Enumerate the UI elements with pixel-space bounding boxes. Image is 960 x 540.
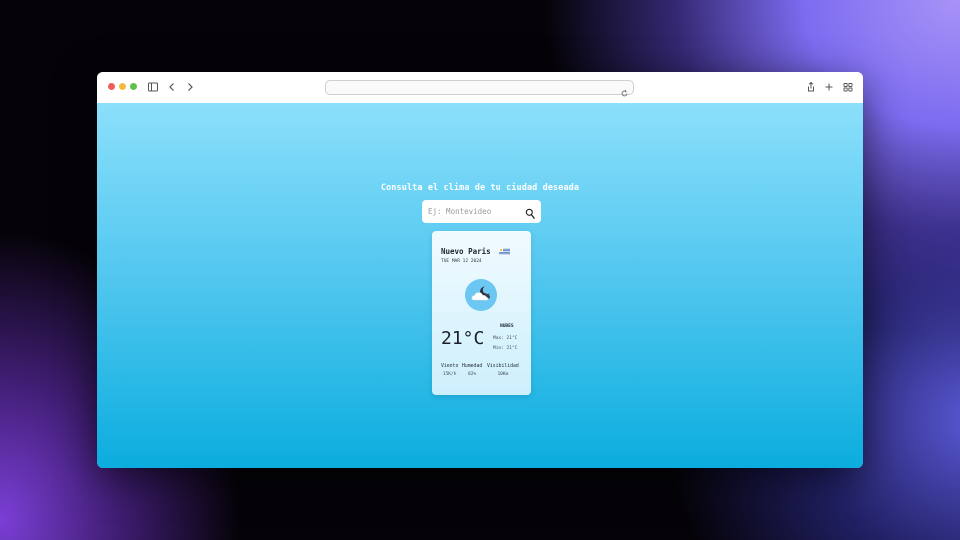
browser-toolbar	[97, 72, 863, 104]
search-input[interactable]	[422, 200, 520, 223]
weather-card: Nuevo Paris TUE MAR 12 2024 21°C NUBES M…	[432, 231, 531, 395]
search-box	[422, 200, 541, 223]
tab-overview-icon[interactable]	[841, 80, 855, 94]
search-icon[interactable]	[525, 205, 536, 219]
zoom-window-button[interactable]	[130, 83, 137, 90]
page-content: Consulta el clima de tu ciudad deseada N…	[97, 103, 863, 468]
minimize-window-button[interactable]	[119, 83, 126, 90]
weather-date: TUE MAR 12 2024	[441, 259, 482, 264]
humidity-value: 82%	[468, 372, 477, 377]
wind-value: 15K/h	[442, 372, 457, 377]
wind-stat: Viento 15K/h	[441, 364, 458, 377]
uruguay-flag-icon	[499, 248, 511, 255]
share-icon[interactable]	[804, 80, 818, 94]
min-temperature: Min: 21°C	[493, 346, 518, 351]
partly-cloudy-night-icon	[465, 279, 497, 311]
humidity-stat: Humedad 82%	[462, 364, 482, 377]
browser-window: Consulta el clima de tu ciudad deseada N…	[97, 72, 863, 468]
forward-icon[interactable]	[183, 80, 197, 94]
new-tab-icon[interactable]	[822, 80, 836, 94]
address-bar[interactable]	[325, 80, 634, 97]
visibility-value: 10Km	[497, 372, 509, 377]
back-icon[interactable]	[165, 80, 179, 94]
visibility-label: Visibilidad	[487, 364, 519, 369]
wind-label: Viento	[441, 364, 459, 369]
reload-icon[interactable]	[620, 83, 629, 97]
weather-condition: NUBES	[500, 324, 514, 329]
visibility-stat: Visibilidad 10Km	[487, 364, 519, 377]
humidity-label: Humedad	[462, 364, 483, 369]
temperature: 21°C	[441, 328, 485, 349]
city-name-text: Nuevo Paris	[441, 247, 491, 256]
sidebar-icon[interactable]	[146, 80, 160, 94]
max-temperature: Max: 21°C	[493, 336, 518, 341]
page-title: Consulta el clima de tu ciudad deseada	[380, 183, 580, 193]
close-window-button[interactable]	[108, 83, 115, 90]
city-name: Nuevo Paris	[441, 247, 511, 256]
